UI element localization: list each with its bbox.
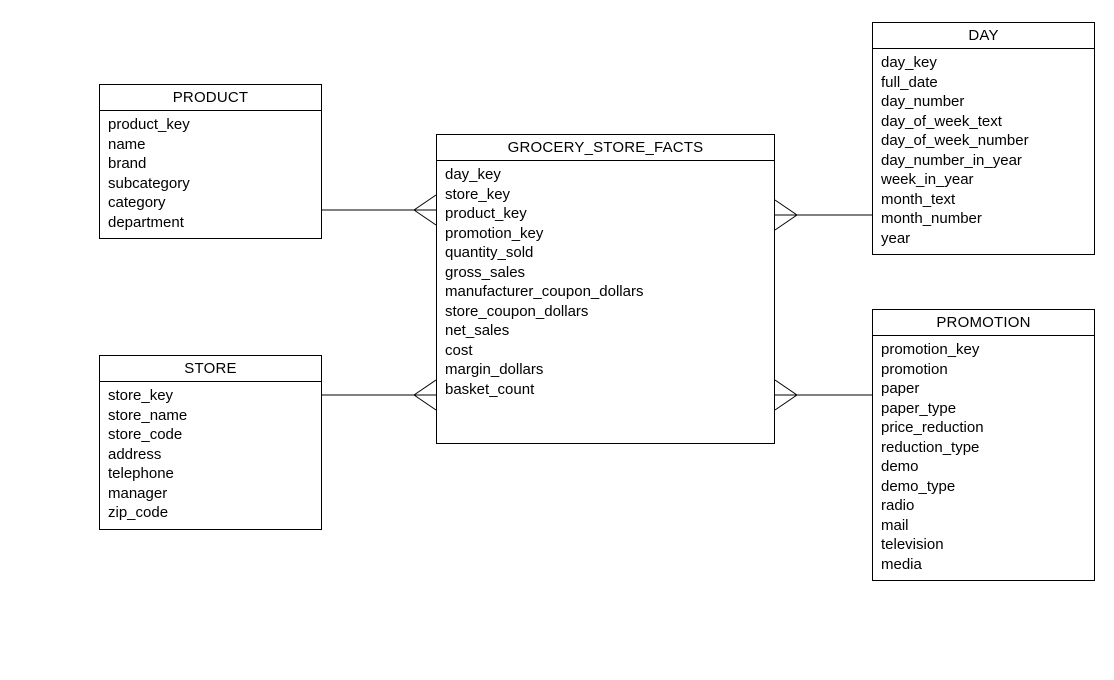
field: day_number xyxy=(881,92,1086,112)
field: telephone xyxy=(108,464,313,484)
field: category xyxy=(108,193,313,213)
field: margin_dollars xyxy=(445,360,766,380)
field: price_reduction xyxy=(881,418,1086,438)
entity-product: PRODUCT product_key name brand subcatego… xyxy=(99,84,322,239)
field: promotion xyxy=(881,360,1086,380)
field: month_text xyxy=(881,190,1086,210)
field: store_code xyxy=(108,425,313,445)
field: cost xyxy=(445,341,766,361)
field: television xyxy=(881,535,1086,555)
entity-title: GROCERY_STORE_FACTS xyxy=(437,135,774,161)
entity-fields: store_key store_name store_code address … xyxy=(100,382,321,529)
entity-promotion: PROMOTION promotion_key promotion paper … xyxy=(872,309,1095,581)
field: basket_count xyxy=(445,380,766,400)
field: month_number xyxy=(881,209,1086,229)
field: promotion_key xyxy=(881,340,1086,360)
field: department xyxy=(108,213,313,233)
field: name xyxy=(108,135,313,155)
field: full_date xyxy=(881,73,1086,93)
entity-title: DAY xyxy=(873,23,1094,49)
field: year xyxy=(881,229,1086,249)
field: product_key xyxy=(108,115,313,135)
entity-fields: day_key full_date day_number day_of_week… xyxy=(873,49,1094,254)
field: manager xyxy=(108,484,313,504)
field: week_in_year xyxy=(881,170,1086,190)
field: media xyxy=(881,555,1086,575)
entity-fields: day_key store_key product_key promotion_… xyxy=(437,161,774,405)
field: day_key xyxy=(445,165,766,185)
field: gross_sales xyxy=(445,263,766,283)
entity-title: PRODUCT xyxy=(100,85,321,111)
entity-title: STORE xyxy=(100,356,321,382)
field: address xyxy=(108,445,313,465)
entity-fields: promotion_key promotion paper paper_type… xyxy=(873,336,1094,580)
entity-fields: product_key name brand subcategory categ… xyxy=(100,111,321,238)
field: day_number_in_year xyxy=(881,151,1086,171)
field: manufacturer_coupon_dollars xyxy=(445,282,766,302)
field: store_key xyxy=(108,386,313,406)
field: day_of_week_number xyxy=(881,131,1086,151)
entity-title: PROMOTION xyxy=(873,310,1094,336)
field: demo_type xyxy=(881,477,1086,497)
field: day_key xyxy=(881,53,1086,73)
entity-store: STORE store_key store_name store_code ad… xyxy=(99,355,322,530)
field: paper_type xyxy=(881,399,1086,419)
field: zip_code xyxy=(108,503,313,523)
entity-grocery-store-facts: GROCERY_STORE_FACTS day_key store_key pr… xyxy=(436,134,775,444)
field: day_of_week_text xyxy=(881,112,1086,132)
field: brand xyxy=(108,154,313,174)
field: store_key xyxy=(445,185,766,205)
field: reduction_type xyxy=(881,438,1086,458)
field: store_name xyxy=(108,406,313,426)
diagram-canvas: PRODUCT product_key name brand subcatego… xyxy=(0,0,1114,680)
field: paper xyxy=(881,379,1086,399)
field: promotion_key xyxy=(445,224,766,244)
field: product_key xyxy=(445,204,766,224)
field: radio xyxy=(881,496,1086,516)
field: store_coupon_dollars xyxy=(445,302,766,322)
field: demo xyxy=(881,457,1086,477)
field: quantity_sold xyxy=(445,243,766,263)
field: subcategory xyxy=(108,174,313,194)
field: mail xyxy=(881,516,1086,536)
entity-day: DAY day_key full_date day_number day_of_… xyxy=(872,22,1095,255)
field: net_sales xyxy=(445,321,766,341)
